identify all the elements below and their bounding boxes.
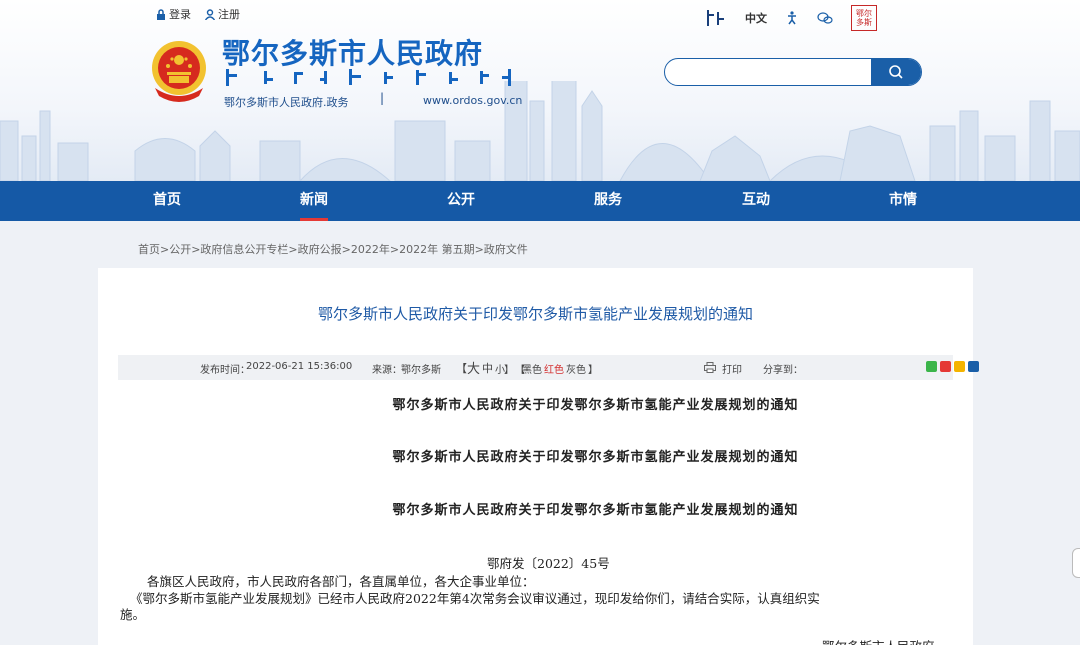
user-icon — [205, 8, 215, 20]
font-size-bracket-close: 】 — [504, 365, 514, 376]
register-label: 注册 — [218, 8, 240, 21]
search-box — [664, 58, 922, 86]
nav-item-news[interactable]: 新闻 — [300, 181, 328, 221]
article-title: 鄂尔多斯市人民政府关于印发鄂尔多斯市氢能产业发展规划的通知 — [317, 305, 753, 323]
article-subtitle-2: 鄂尔多斯市人民政府关于印发鄂尔多斯市氢能产业发展规划的通知 — [392, 450, 799, 465]
search-icon — [889, 65, 903, 79]
nav-item-open[interactable]: 公开 — [447, 181, 475, 221]
share-label: 分享到： — [763, 365, 803, 376]
printer-icon[interactable] — [704, 362, 716, 373]
register-link[interactable]: 注册 — [205, 6, 240, 22]
document-number: 鄂府发〔2022〕45号 — [487, 556, 610, 571]
publish-time: 2022-06-21 15:36:00 — [246, 361, 353, 372]
font-size-bracket-open: 【 — [456, 362, 467, 375]
main-nav: 首页 新闻 公开 服务 互动 市情 — [0, 181, 1080, 221]
gov-domain-cn: 鄂尔多斯市人民政府.政务 — [224, 96, 349, 109]
top-account-links: 登录 注册 — [156, 6, 240, 22]
paragraph-line-1: 《鄂尔多斯市氢能产业发展规划》已经市人民政府2022年第4次常务会议审议通过，现… — [130, 591, 820, 606]
site-header: 登录 注册 鄂尔多斯市人民政府 鄂尔多斯市人民政府.政务 | www.ordos… — [0, 0, 1080, 181]
site-url: www.ordos.gov.cn — [423, 94, 523, 107]
chinese-language-link[interactable]: 中文 — [745, 10, 767, 26]
color-gray[interactable]: 灰色 — [566, 361, 586, 376]
color-bracket-close: 】 — [588, 365, 598, 376]
domain-separator: | — [380, 91, 385, 105]
nav-item-city-info[interactable]: 市情 — [889, 181, 917, 221]
search-input[interactable] — [665, 59, 871, 85]
article-subtitle-3: 鄂尔多斯市人民政府关于印发鄂尔多斯市氢能产业发展规划的通知 — [392, 503, 799, 518]
national-emblem-logo — [152, 41, 206, 102]
font-size-large[interactable]: 大 — [467, 358, 480, 377]
side-float-tab[interactable] — [1072, 548, 1080, 578]
font-size-medium[interactable]: 中 — [482, 360, 493, 376]
search-button[interactable] — [871, 59, 921, 85]
print-button[interactable]: 打印 — [722, 361, 742, 376]
login-label: 登录 — [169, 8, 191, 21]
weibo-share-icon[interactable] — [940, 361, 951, 372]
source: 鄂尔多斯 — [401, 365, 441, 376]
nav-item-interaction[interactable]: 互动 — [742, 181, 770, 221]
login-link[interactable]: 登录 — [156, 6, 191, 22]
lock-icon — [157, 8, 165, 20]
article-meta-bar: 发布时间： 2022-06-21 15:36:00 来源： 鄂尔多斯 【 大 中… — [118, 355, 979, 380]
nav-item-home[interactable]: 首页 — [153, 181, 181, 221]
utility-bar: 中文 鄂尔 多斯 — [705, 5, 877, 31]
signature: 鄂尔多斯市人民政府 — [822, 636, 935, 645]
mongolian-language-link[interactable] — [705, 9, 727, 27]
qzone-share-icon[interactable] — [954, 361, 965, 372]
color-black[interactable]: 黑色 — [522, 361, 542, 376]
breadcrumb[interactable]: 首页>公开>政府信息公开专栏>政府公报>2022年>2022年 第五期>政府文件 — [138, 241, 528, 257]
article-subtitle-1: 鄂尔多斯市人民政府关于印发鄂尔多斯市氢能产业发展规划的通知 — [392, 398, 799, 413]
renren-share-icon[interactable] — [968, 361, 979, 372]
accessibility-icon[interactable] — [785, 11, 799, 25]
color-red[interactable]: 红色 — [544, 361, 564, 376]
seal-logo: 鄂尔 多斯 — [851, 5, 877, 31]
paragraph-line-2: 施。 — [120, 607, 146, 622]
mongolian-site-name — [226, 69, 511, 86]
share-icon-group — [926, 361, 979, 372]
publish-time-label: 发布时间： — [200, 365, 250, 376]
source-label: 来源： — [372, 365, 402, 376]
nav-item-service[interactable]: 服务 — [594, 181, 622, 221]
wechat-share-icon[interactable] — [926, 361, 937, 372]
wechat-icon[interactable] — [817, 11, 833, 25]
